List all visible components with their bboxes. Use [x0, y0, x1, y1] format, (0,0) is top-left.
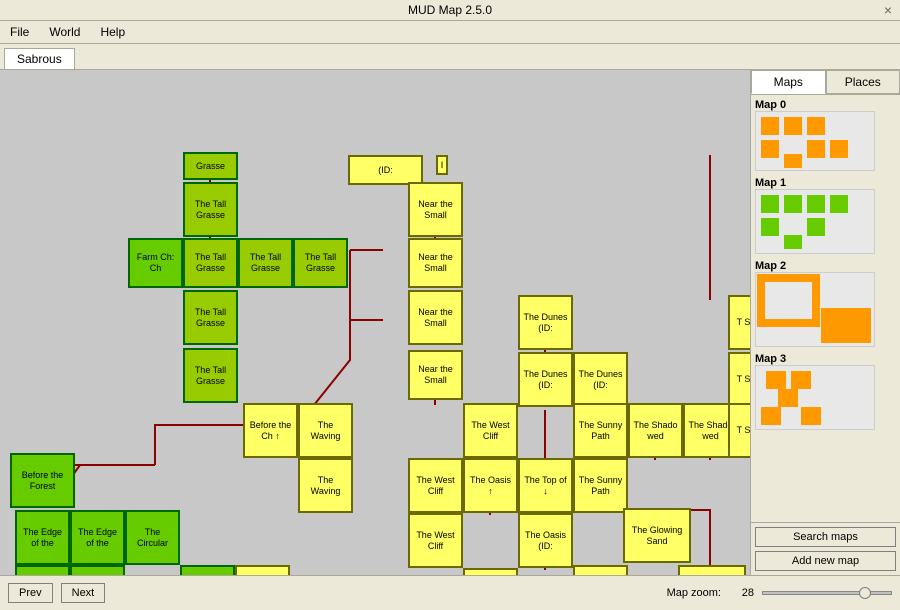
map-label-0: Map 0: [755, 99, 896, 111]
map-label-1: Map 1: [755, 177, 896, 189]
map-preview-3: [755, 365, 875, 430]
menu-bar: File World Help: [0, 21, 900, 44]
room-sunny-path-1[interactable]: The Sunny Path: [573, 403, 628, 458]
connections-overlay: [0, 70, 750, 575]
room-t-s-w-2[interactable]: T S w: [728, 352, 750, 407]
search-maps-button[interactable]: Search maps: [755, 527, 896, 547]
map-preview-1: [755, 189, 875, 254]
panel-buttons: Search maps Add new map: [751, 522, 900, 575]
room-oasis-1[interactable]: The Oasis ↑: [463, 458, 518, 513]
room-near-small-2[interactable]: Near the Small: [408, 238, 463, 288]
bottom-bar: Prev Next Map zoom: 28: [0, 575, 900, 610]
room-glowing-sand-2[interactable]: The Glowing Sand: [678, 565, 746, 575]
room-before-ch[interactable]: Before the Ch ↑: [243, 403, 298, 458]
room-sunny-path-2[interactable]: The Sunny Path: [573, 458, 628, 513]
room-tall-grasse-3[interactable]: The Tall Grasse: [238, 238, 293, 288]
prev-button[interactable]: Prev: [8, 583, 53, 603]
room-west-cliff-1[interactable]: The West Cliff: [463, 403, 518, 458]
tab-bar: Sabrous: [0, 44, 900, 70]
room-waving-1[interactable]: The Waving: [298, 403, 353, 458]
map-label-3: Map 3: [755, 353, 896, 365]
zoom-value: 28: [729, 587, 754, 599]
room-glowing-sand-1[interactable]: The Glowing Sand: [623, 508, 691, 563]
room-edge-1[interactable]: The Edge of the: [15, 510, 70, 565]
room-deepe[interactable]: Deepe into the: [235, 565, 290, 575]
room-marker-i[interactable]: I: [436, 155, 448, 175]
room-circular-3[interactable]: The Circular: [180, 565, 235, 575]
app-title: MUD Map 2.5.0: [408, 3, 492, 17]
zoom-thumb[interactable]: [859, 587, 871, 599]
map-preview-2: [755, 272, 875, 347]
add-map-button[interactable]: Add new map: [755, 551, 896, 571]
room-edge-2[interactable]: The Edge of the: [70, 510, 125, 565]
map-area[interactable]: (ID: I Grasse The Tall Grasse Near the S…: [0, 70, 750, 575]
map-preview-0: [755, 111, 875, 171]
room-grasse[interactable]: Grasse: [183, 152, 238, 180]
room-tall-grasse-4[interactable]: The Tall Grasse: [293, 238, 348, 288]
tab-maps[interactable]: Maps: [751, 70, 826, 94]
room-shadowed-1[interactable]: The Shado wed: [628, 403, 683, 458]
zoom-label: Map zoom:: [667, 587, 721, 599]
room-west-cliff-4[interactable]: The West Cliff: [463, 568, 518, 575]
map-entry-3[interactable]: Map 3: [755, 353, 896, 430]
room-near-small-3[interactable]: Near the Small: [408, 290, 463, 345]
tab-places[interactable]: Places: [826, 70, 900, 94]
room-forest-path[interactable]: The Forest Path: [15, 565, 70, 575]
map-entry-1[interactable]: Map 1: [755, 177, 896, 254]
room-grasse-id[interactable]: (ID:: [348, 155, 423, 185]
room-circular-2[interactable]: The Circular: [70, 565, 125, 575]
close-button[interactable]: ×: [884, 2, 892, 18]
panel-tabs: Maps Places: [751, 70, 900, 95]
room-tall-grasse-2[interactable]: The Tall Grasse: [183, 238, 238, 288]
map-entry-0[interactable]: Map 0: [755, 99, 896, 171]
next-button[interactable]: Next: [61, 583, 106, 603]
room-waving-2[interactable]: The Waving: [298, 458, 353, 513]
room-oasis-id[interactable]: The Oasis (ID:: [518, 513, 573, 568]
room-tall-grasse-5[interactable]: The Tall Grasse: [183, 290, 238, 345]
room-farm-ch[interactable]: Farm Ch: Ch: [128, 238, 183, 288]
room-before-forest[interactable]: Before the Forest: [10, 453, 75, 508]
room-west-cliff-2[interactable]: The West Cliff: [408, 458, 463, 513]
menu-world[interactable]: World: [43, 23, 86, 41]
right-panel: Maps Places Map 0 Map 1: [750, 70, 900, 575]
room-near-small-1[interactable]: Near the Small: [408, 182, 463, 237]
map-list: Map 0 Map 1: [751, 95, 900, 522]
room-dunes-2[interactable]: The Dunes (ID:: [518, 352, 573, 407]
map-label-2: Map 2: [755, 260, 896, 272]
room-sunny-path-3[interactable]: The Sunny Path: [573, 565, 628, 575]
room-t-s-w-3[interactable]: T S w: [728, 403, 750, 458]
room-circular-1[interactable]: The Circular: [125, 510, 180, 565]
room-dunes-3[interactable]: The Dunes (ID:: [573, 352, 628, 407]
room-top-of[interactable]: The Top of ↓: [518, 458, 573, 513]
zoom-slider[interactable]: [762, 591, 892, 595]
room-near-small-4[interactable]: Near the Small: [408, 350, 463, 400]
tab-sabrous[interactable]: Sabrous: [4, 48, 75, 69]
room-dunes-1[interactable]: The Dunes (ID:: [518, 295, 573, 350]
map-entry-2[interactable]: Map 2: [755, 260, 896, 347]
room-west-cliff-3[interactable]: The West Cliff: [408, 513, 463, 568]
room-tall-grasse-1[interactable]: The Tall Grasse: [183, 182, 238, 237]
title-bar: MUD Map 2.5.0 ×: [0, 0, 900, 21]
main-content: (ID: I Grasse The Tall Grasse Near the S…: [0, 70, 900, 575]
room-t-s-w-1[interactable]: T S w: [728, 295, 750, 350]
menu-help[interactable]: Help: [94, 23, 131, 41]
menu-file[interactable]: File: [4, 23, 35, 41]
room-tall-grasse-6[interactable]: The Tall Grasse: [183, 348, 238, 403]
